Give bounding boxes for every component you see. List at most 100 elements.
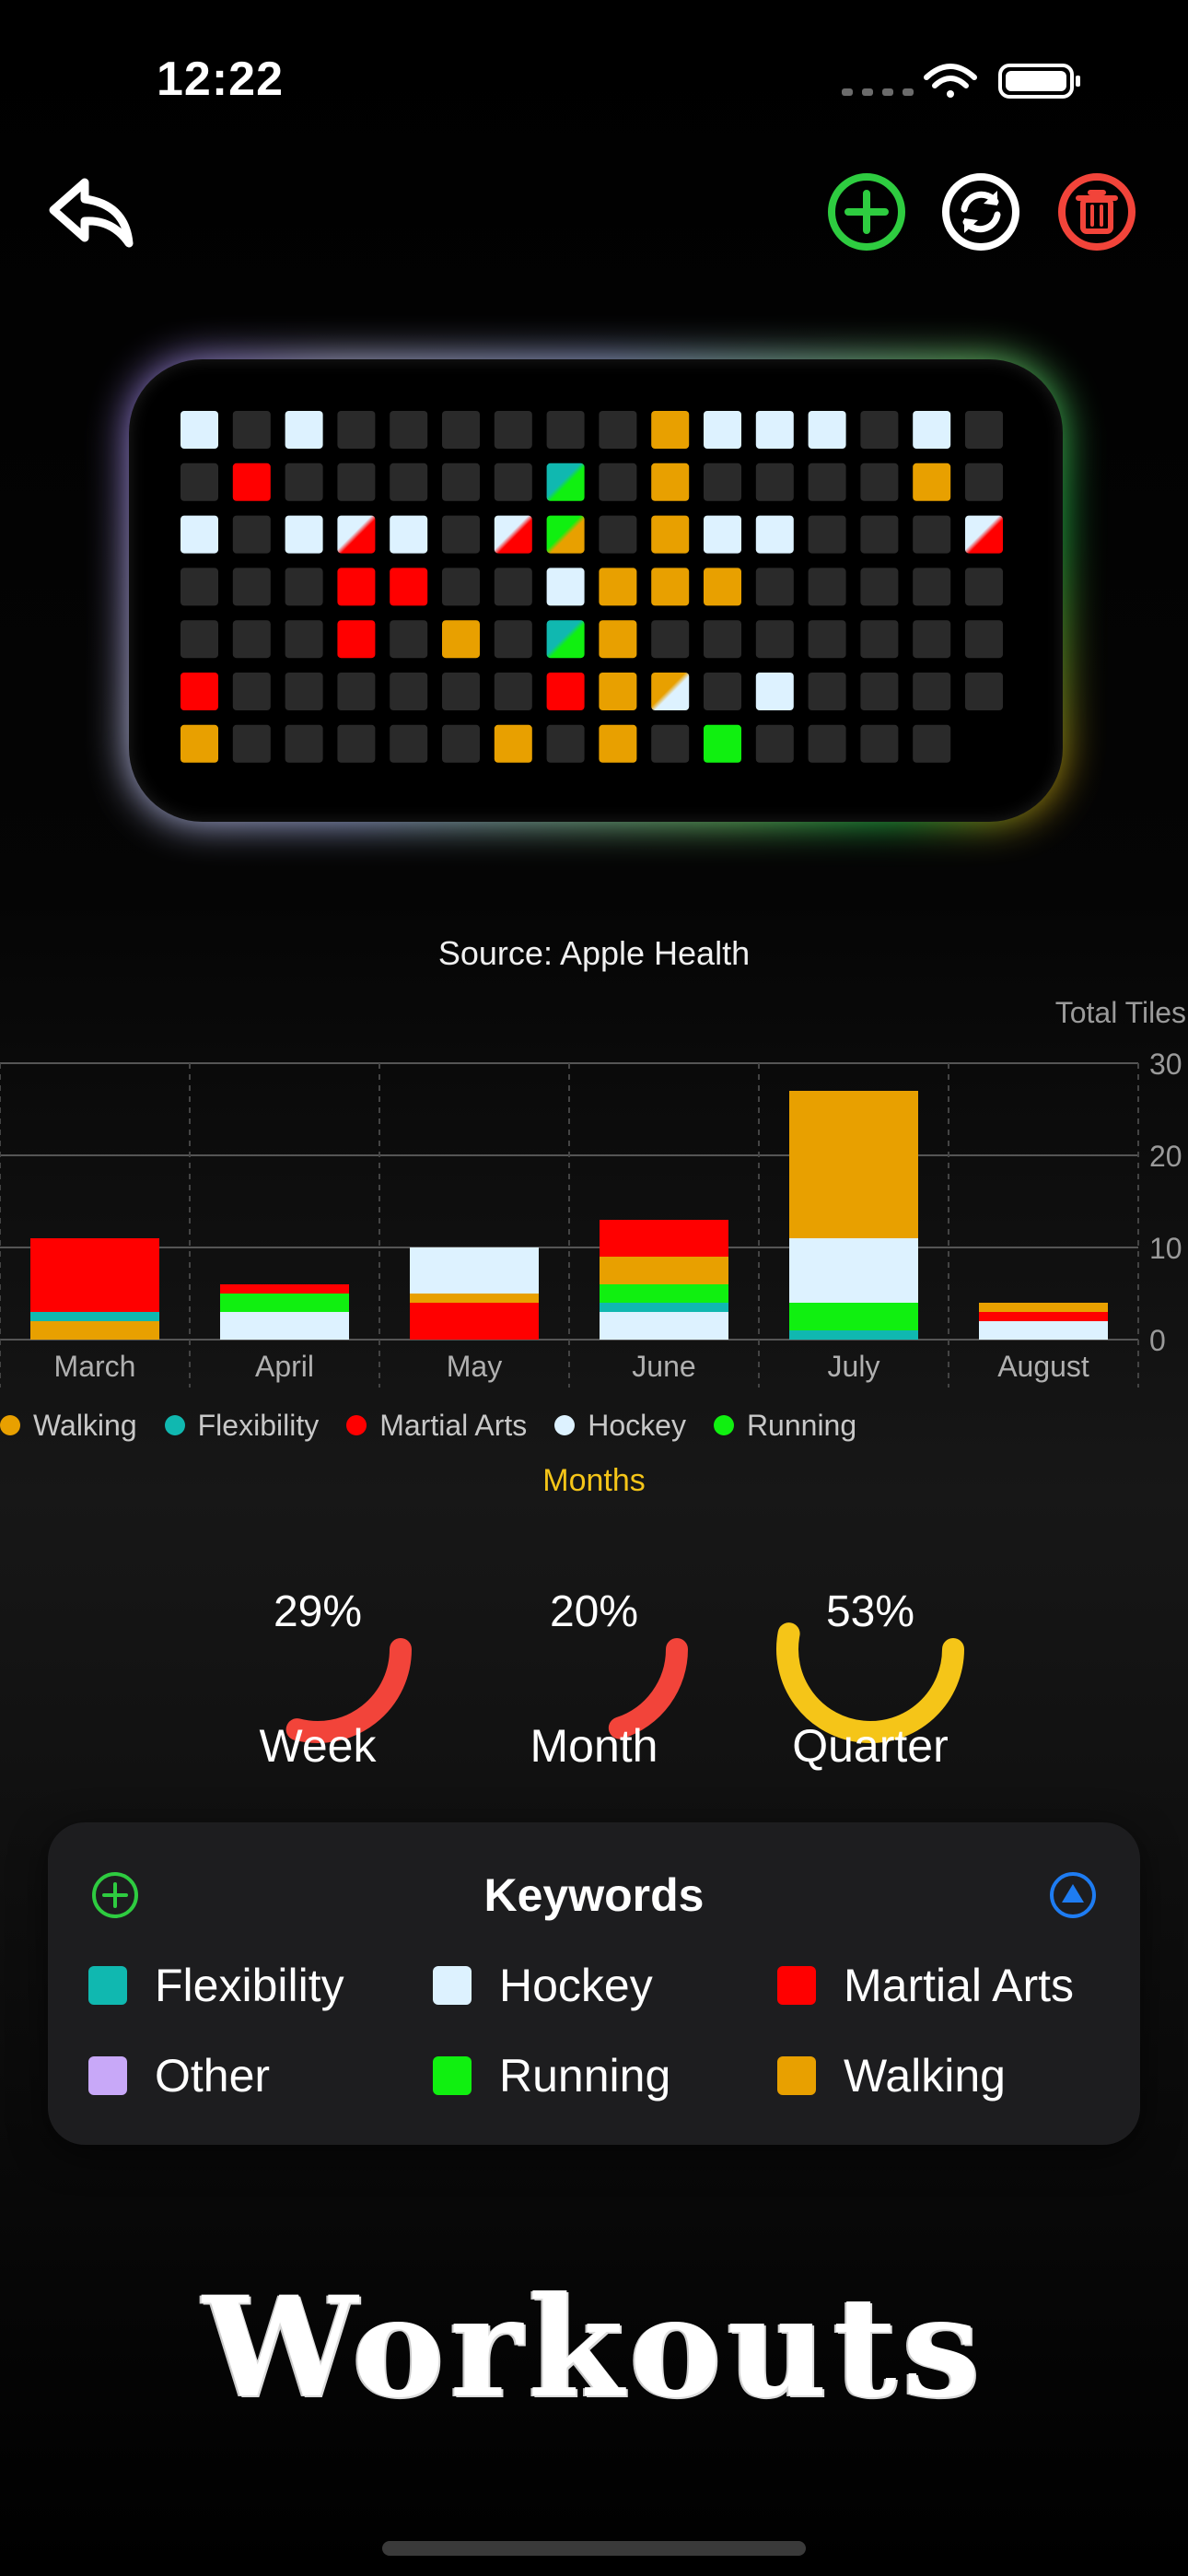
tile[interactable] (808, 673, 846, 710)
keyword-item-walking[interactable]: Walking (777, 2049, 1006, 2102)
tile[interactable] (232, 620, 271, 659)
tile[interactable] (285, 568, 323, 606)
tile[interactable] (965, 620, 1003, 659)
tile[interactable] (651, 463, 690, 501)
tile[interactable] (860, 620, 899, 659)
tile[interactable] (494, 568, 532, 606)
tile[interactable] (651, 411, 690, 449)
tile[interactable] (860, 724, 899, 763)
tile[interactable] (965, 463, 1003, 501)
tile[interactable] (337, 620, 376, 659)
tile[interactable] (390, 673, 428, 710)
tile[interactable] (755, 515, 794, 554)
tile[interactable] (232, 568, 271, 606)
tile[interactable] (913, 411, 951, 449)
delete-button[interactable] (1055, 170, 1138, 253)
tile[interactable] (704, 463, 741, 501)
home-indicator[interactable] (382, 2541, 806, 2556)
tile[interactable] (651, 673, 690, 710)
tile[interactable] (337, 568, 376, 606)
back-button[interactable] (48, 173, 134, 256)
tile[interactable] (494, 411, 532, 449)
tile[interactable] (546, 515, 585, 554)
tile[interactable] (546, 673, 585, 710)
tile[interactable] (965, 411, 1003, 449)
tile[interactable] (285, 673, 323, 710)
tile[interactable] (599, 620, 637, 659)
tile[interactable] (651, 620, 690, 659)
tile[interactable] (285, 463, 323, 501)
tile[interactable] (755, 463, 794, 501)
tile[interactable] (860, 568, 899, 606)
tile[interactable] (232, 463, 271, 501)
tile[interactable] (285, 620, 323, 659)
tile[interactable] (337, 724, 376, 763)
tile[interactable] (755, 411, 794, 449)
tile[interactable] (546, 411, 585, 449)
tile[interactable] (285, 724, 323, 763)
tile[interactable] (181, 411, 218, 449)
tile[interactable] (442, 724, 480, 763)
keyword-item-flexibility[interactable]: Flexibility (88, 1959, 344, 2012)
tile[interactable] (390, 411, 428, 449)
tile[interactable] (494, 515, 532, 554)
tile[interactable] (337, 411, 376, 449)
tile[interactable] (913, 568, 951, 606)
tile[interactable] (232, 724, 271, 763)
tile[interactable] (599, 724, 637, 763)
keywords-collapse-button[interactable] (1048, 1870, 1098, 1920)
tile[interactable] (808, 463, 846, 501)
tile[interactable] (913, 463, 951, 501)
keyword-item-martial-arts[interactable]: Martial Arts (777, 1959, 1074, 2012)
tile[interactable] (285, 515, 323, 554)
keyword-item-running[interactable]: Running (433, 2049, 670, 2102)
tile[interactable] (599, 411, 637, 449)
tile[interactable] (494, 463, 532, 501)
tile[interactable] (651, 515, 690, 554)
tile[interactable] (599, 515, 637, 554)
tile[interactable] (390, 620, 428, 659)
tile[interactable] (181, 620, 218, 659)
tile[interactable] (704, 673, 741, 710)
tile[interactable] (181, 463, 218, 501)
sync-button[interactable] (939, 170, 1022, 253)
tile[interactable] (808, 515, 846, 554)
tile-board[interactable] (129, 359, 1063, 822)
tile[interactable] (755, 620, 794, 659)
tile[interactable] (860, 673, 899, 710)
tile[interactable] (965, 568, 1003, 606)
tile[interactable] (913, 515, 951, 554)
tile[interactable] (808, 568, 846, 606)
tile[interactable] (913, 620, 951, 659)
tile[interactable] (232, 515, 271, 554)
tile[interactable] (808, 724, 846, 763)
tile[interactable] (546, 620, 585, 659)
tile[interactable] (651, 724, 690, 763)
tile[interactable] (232, 673, 271, 710)
add-button[interactable] (825, 170, 908, 253)
tile[interactable] (337, 515, 376, 554)
tile[interactable] (181, 673, 218, 710)
tile[interactable] (494, 620, 532, 659)
tile[interactable] (181, 515, 218, 554)
keyword-item-hockey[interactable]: Hockey (433, 1959, 653, 2012)
tile[interactable] (546, 568, 585, 606)
tile[interactable] (808, 411, 846, 449)
tile[interactable] (860, 515, 899, 554)
tile[interactable] (704, 568, 741, 606)
tile[interactable] (965, 515, 1003, 554)
tile[interactable] (442, 515, 480, 554)
tile[interactable] (808, 620, 846, 659)
tile[interactable] (755, 568, 794, 606)
tile[interactable] (704, 515, 741, 554)
tile[interactable] (442, 411, 480, 449)
tile[interactable] (546, 724, 585, 763)
tile[interactable] (599, 673, 637, 710)
tile[interactable] (755, 673, 794, 710)
tile[interactable] (442, 568, 480, 606)
tile[interactable] (755, 724, 794, 763)
tile[interactable] (599, 463, 637, 501)
tile[interactable] (390, 568, 428, 606)
tile[interactable] (494, 673, 532, 710)
tile[interactable] (181, 724, 218, 763)
